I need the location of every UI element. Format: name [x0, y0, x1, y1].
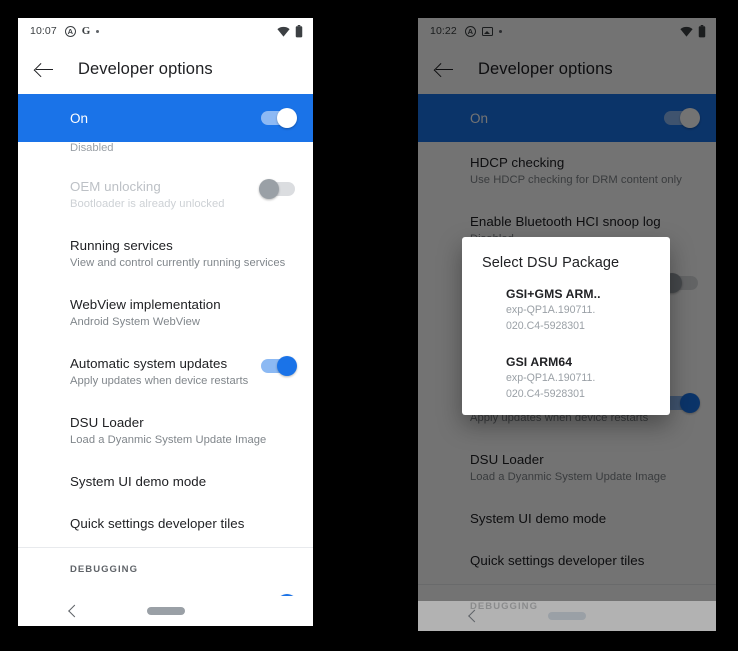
- left-app-bar: Developer options: [18, 44, 313, 94]
- section-header-debugging: DEBUGGING: [70, 564, 139, 575]
- list-item-automatic-system-updates[interactable]: Automatic system updates Apply updates w…: [18, 343, 313, 402]
- dialog-title: Select DSU Package: [482, 255, 620, 271]
- list-item-oem-unlocking[interactable]: OEM unlocking Bootloader is already unlo…: [18, 166, 313, 225]
- nav-back-icon[interactable]: [68, 604, 81, 618]
- screenshot-stage: 10:07 A G Developer options On Disabled …: [0, 0, 738, 651]
- switch-thumb: [277, 108, 297, 128]
- phone-left: 10:07 A G Developer options On Disabled …: [18, 18, 313, 626]
- status-right-icons: [277, 24, 303, 38]
- phone-right: 10:22 A Developer opt: [418, 18, 716, 631]
- left-nav-bar: [18, 596, 313, 626]
- option-title: GSI+GMS ARM..: [506, 287, 601, 301]
- item-control: [259, 179, 295, 199]
- list-item-webview-implementation[interactable]: WebView implementation Android System We…: [18, 284, 313, 343]
- item-title: Automatic system updates: [70, 356, 228, 371]
- developer-options-master-row[interactable]: On: [18, 94, 313, 142]
- wifi-icon: [277, 26, 290, 37]
- left-status-bar: 10:07 A G: [18, 18, 313, 44]
- item-title: OEM unlocking: [70, 179, 161, 194]
- item-title: System UI demo mode: [70, 474, 207, 489]
- master-switch-toggle[interactable]: [261, 108, 297, 128]
- list-item-system-ui-demo-mode[interactable]: System UI demo mode: [18, 461, 313, 503]
- right-nav-bar: [418, 601, 716, 631]
- oem-unlocking-toggle[interactable]: [259, 179, 295, 199]
- master-switch-label: On: [70, 110, 89, 126]
- status-left-icons: A G: [64, 24, 100, 37]
- automatic-system-updates-toggle[interactable]: [261, 356, 297, 376]
- battery-icon: [295, 24, 303, 38]
- item-title: WebView implementation: [70, 297, 221, 312]
- nav-back-icon[interactable]: [468, 609, 481, 623]
- dialog-option-gsi-gms-arm[interactable]: GSI+GMS ARM.. exp-QP1A.190711. 020.C4-59…: [462, 271, 670, 333]
- item-summary: Apply updates when device restarts: [70, 375, 249, 387]
- item-summary: Bootloader is already unlocked: [70, 198, 225, 210]
- item-text: DSU Loader Load a Dyanmic System Update …: [70, 415, 295, 448]
- dot-icon: [96, 29, 100, 33]
- item-title: Running services: [70, 238, 173, 253]
- clipped-item-summary: Disabled: [70, 142, 114, 154]
- select-dsu-package-dialog: Select DSU Package GSI+GMS ARM.. exp-QP1…: [462, 237, 670, 415]
- item-summary: Load a Dyanmic System Update Image: [70, 434, 267, 446]
- item-control: [261, 356, 297, 376]
- item-text: System UI demo mode: [70, 474, 295, 490]
- list-item-running-services[interactable]: Running services View and control curren…: [18, 225, 313, 284]
- list-item-dsu-loader[interactable]: DSU Loader Load a Dyanmic System Update …: [18, 402, 313, 461]
- switch-thumb: [277, 356, 297, 376]
- option-title: GSI ARM64: [506, 355, 573, 369]
- item-title: DSU Loader: [70, 415, 144, 430]
- back-arrow-icon[interactable]: [34, 58, 56, 80]
- nav-home-pill-icon[interactable]: [146, 607, 185, 615]
- item-title: Quick settings developer tiles: [70, 516, 245, 531]
- dialog-option-gsi-arm64[interactable]: GSI ARM64 exp-QP1A.190711. 020.C4-592830…: [462, 333, 670, 401]
- item-text: WebView implementation Android System We…: [70, 297, 295, 330]
- option-build-line2: 020.C4-5928301: [506, 320, 585, 332]
- option-build-line2: 020.C4-5928301: [506, 388, 585, 400]
- item-text: OEM unlocking Bootloader is already unlo…: [70, 179, 249, 212]
- item-text: Running services View and control curren…: [70, 238, 295, 271]
- option-build-line1: exp-QP1A.190711.: [506, 304, 596, 316]
- list-item-quick-settings-developer-tiles[interactable]: Quick settings developer tiles: [18, 503, 313, 545]
- google-g-icon: G: [81, 24, 91, 37]
- circled-a-icon: A: [64, 25, 76, 37]
- nav-home-pill-icon[interactable]: [548, 612, 586, 620]
- item-summary: View and control currently running servi…: [70, 257, 286, 269]
- left-settings-list: Disabled OEM unlocking Bootloader is alr…: [18, 142, 313, 626]
- item-text: Automatic system updates Apply updates w…: [70, 356, 249, 389]
- option-build-line1: exp-QP1A.190711.: [506, 372, 596, 384]
- status-time: 10:07: [30, 25, 57, 37]
- item-text: Quick settings developer tiles: [70, 516, 295, 532]
- right-screen: 10:22 A Developer opt: [418, 18, 716, 631]
- item-summary: Android System WebView: [70, 316, 201, 328]
- switch-thumb: [259, 179, 279, 199]
- page-title: Developer options: [78, 59, 213, 78]
- left-screen: 10:07 A G Developer options On Disabled …: [18, 18, 313, 626]
